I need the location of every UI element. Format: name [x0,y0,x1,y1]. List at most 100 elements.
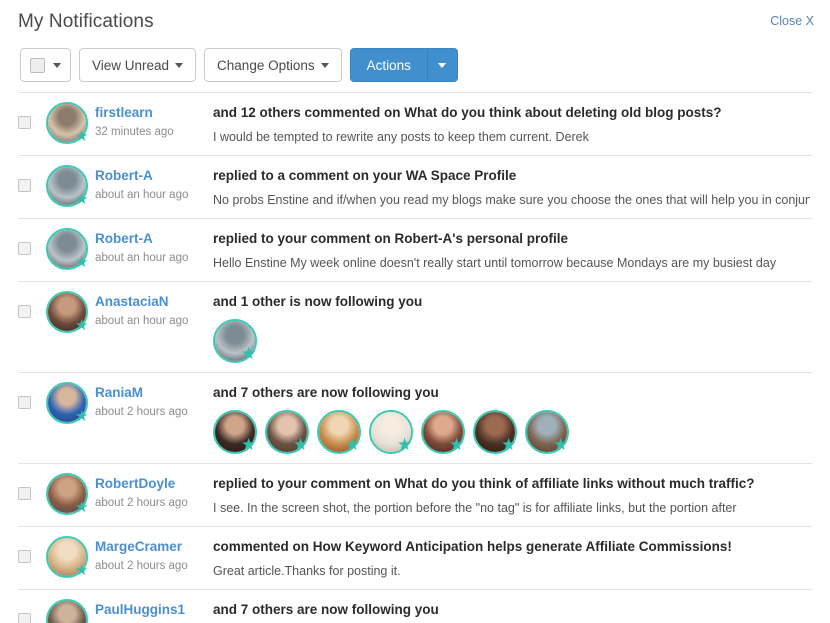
username-link[interactable]: AnastaciaN [95,293,188,310]
actions-button-group: Actions [349,48,458,82]
toolbar: View Unread Change Options Actions [0,36,830,84]
row-body-cell: replied to your comment on What do you t… [213,473,812,517]
follower-avatar-list: ★ [213,319,810,363]
row-user-cell: ★ PaulHuggins1about 5 hours ago [46,599,213,623]
user-meta: AnastaciaN about an hour ago [95,291,188,329]
row-checkbox[interactable] [18,487,31,500]
avatar-robert-a[interactable]: ★ [46,165,88,207]
avatar-raniam[interactable]: ★ [46,382,88,424]
row-body-cell: and 7 others are now following you ★ ★ ★ ★ ★ ★… [213,382,812,454]
row-body-cell: commented on How Keyword Anticipation he… [213,536,812,580]
notification-title[interactable]: and 7 others are now following you [213,601,810,619]
timestamp: about an hour ago [95,252,189,264]
follower-avatar-list: ★ ★ ★ ★ ★ ★ ★ [213,410,810,454]
notification-row[interactable]: ★ Robert-A about an hour ago replied to a c… [18,156,812,219]
row-body-cell: and 7 others are now following you★H★★★★… [213,599,812,623]
row-user-cell: ★ Robert-A about an hour ago [46,228,213,270]
row-user-cell: ★ RaniaM about 2 hours ago [46,382,213,424]
follower-avatar-7[interactable]: ★ [525,410,569,454]
actions-button[interactable]: Actions [349,48,428,82]
follower-avatar-1[interactable]: ★ [213,410,257,454]
avatar-firstlearn[interactable]: ★ [46,102,88,144]
close-link[interactable]: Close X [770,14,814,28]
row-checkbox[interactable] [18,179,31,192]
notification-title[interactable]: and 12 others commented on What do you t… [213,104,810,122]
row-user-cell: ★ AnastaciaN about an hour ago [46,291,213,333]
change-options-label: Change Options [217,57,315,73]
row-checkbox-cell [18,382,46,409]
username-link[interactable]: RaniaM [95,384,188,401]
view-unread-label: View Unread [92,57,170,73]
row-checkbox[interactable] [18,242,31,255]
notification-row[interactable]: ★ RaniaM about 2 hours ago and 7 others are… [18,373,812,464]
notification-row[interactable]: ★ firstlearn 32 minutes ago and 12 others c… [18,93,812,156]
username-link[interactable]: Robert-A [95,167,188,184]
notification-snippet: I would be tempted to rewrite any posts … [213,130,589,144]
row-checkbox-cell [18,291,46,318]
star-badge-icon: ★ [75,317,89,334]
avatar-photo [48,601,86,623]
username-link[interactable]: PaulHuggins1 [95,601,188,618]
star-badge-icon: ★ [241,344,257,363]
row-checkbox[interactable] [18,396,31,409]
star-badge-icon: ★ [293,435,309,454]
star-badge-icon: ★ [397,435,413,454]
notification-title[interactable]: replied to a comment on your WA Space Pr… [213,167,810,185]
row-checkbox[interactable] [18,550,31,563]
follower-avatar-1[interactable]: ★ [213,319,257,363]
notification-row[interactable]: ★ RobertDoyle about 2 hours ago replied to … [18,464,812,527]
avatar-paulhuggins1[interactable]: ★ [46,599,88,623]
avatar-margecramer[interactable]: ★ [46,536,88,578]
notification-title[interactable]: commented on How Keyword Anticipation he… [213,538,810,556]
row-body-cell: replied to your comment on Robert-A's pe… [213,228,812,272]
select-all-dropdown-button[interactable] [20,48,71,82]
timestamp: about an hour ago [95,315,189,327]
avatar-robert-a[interactable]: ★ [46,228,88,270]
notification-list: ★ firstlearn 32 minutes ago and 12 others c… [18,92,812,623]
timestamp: about an hour ago [95,189,189,201]
username-link[interactable]: RobertDoyle [95,475,188,492]
star-badge-icon: ★ [75,408,89,425]
star-badge-icon: ★ [501,435,517,454]
star-badge-icon: ★ [75,562,89,579]
notification-title[interactable]: and 1 other is now following you [213,293,810,311]
actions-dropdown-toggle[interactable] [427,48,458,82]
follower-avatar-3[interactable]: ★ [317,410,361,454]
notification-row[interactable]: ★ AnastaciaN about an hour ago and 1 other … [18,282,812,373]
view-unread-button[interactable]: View Unread [79,48,197,82]
row-user-cell: ★ firstlearn 32 minutes ago [46,102,213,144]
user-meta: RaniaM about 2 hours ago [95,382,188,420]
timestamp: 32 minutes ago [95,126,174,138]
row-user-cell: ★ MargeCramer about 2 hours ago [46,536,213,578]
row-checkbox[interactable] [18,305,31,318]
follower-avatar-6[interactable]: ★ [473,410,517,454]
username-link[interactable]: firstlearn [95,104,174,121]
notification-snippet: No probs Enstine and if/when you read my… [213,193,810,207]
notification-title[interactable]: replied to your comment on What do you t… [213,475,810,493]
notification-row[interactable]: ★ MargeCramer about 2 hours ago commented o… [18,527,812,590]
follower-avatar-2[interactable]: ★ [265,410,309,454]
follower-avatar-4[interactable]: ★ [369,410,413,454]
user-meta: firstlearn 32 minutes ago [95,102,174,140]
change-options-button[interactable]: Change Options [204,48,342,82]
username-link[interactable]: MargeCramer [95,538,188,555]
notification-snippet: Hello Enstine My week online doesn't rea… [213,256,777,270]
chevron-down-icon [53,62,61,68]
star-badge-icon: ★ [241,435,257,454]
row-body-cell: and 1 other is now following you ★ [213,291,812,363]
notification-row[interactable]: ★ PaulHuggins1about 5 hours ago and 7 othe… [18,590,812,623]
timestamp: about 2 hours ago [95,497,188,509]
avatar-robertdoyle[interactable]: ★ [46,473,88,515]
row-checkbox[interactable] [18,613,31,623]
avatar-anastacian[interactable]: ★ [46,291,88,333]
notification-snippet: Great article.Thanks for posting it. [213,564,401,578]
user-meta: PaulHuggins1about 5 hours ago [95,599,188,623]
star-badge-icon: ★ [75,128,89,145]
notification-title[interactable]: and 7 others are now following you [213,384,810,402]
notification-title[interactable]: replied to your comment on Robert-A's pe… [213,230,810,248]
username-link[interactable]: Robert-A [95,230,188,247]
row-checkbox[interactable] [18,116,31,129]
follower-avatar-5[interactable]: ★ [421,410,465,454]
notification-row[interactable]: ★ Robert-A about an hour ago replied to you… [18,219,812,282]
select-all-checkbox-icon[interactable] [30,57,45,73]
